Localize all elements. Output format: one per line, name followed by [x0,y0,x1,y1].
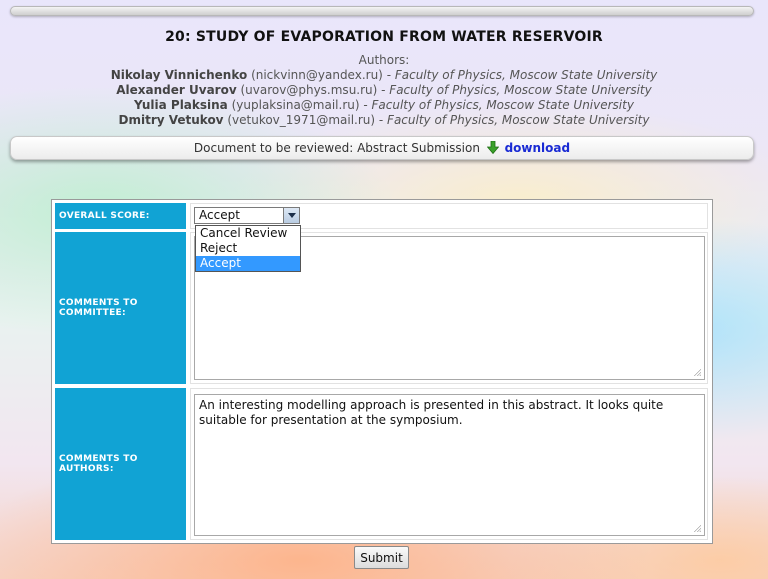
author-name: Dmitry Vetukov [118,113,224,127]
overall-score-selected-value: Accept [199,208,240,222]
download-link[interactable]: download [505,141,571,155]
comments-authors-textarea[interactable]: An interesting modelling approach is pre… [194,394,705,536]
author-affiliation: Faculty of Physics, Moscow State Univers… [389,83,652,97]
resize-grip-icon[interactable] [693,524,701,532]
authors-list: Nikolay Vinnichenko (nickvinn@yandex.ru)… [0,68,768,128]
overall-score-dropdown: Cancel Review Reject Accept [195,225,301,272]
score-option[interactable]: Cancel Review [196,226,300,241]
review-form-table: OVERALL SCORE: COMMENTS TO COMMITTEE: CO… [51,199,713,544]
top-rounded-bar [10,6,754,16]
author-line: Dmitry Vetukov (vetukov_1971@mail.ru) - … [0,113,768,128]
author-name: Yulia Plaksina [134,98,228,112]
author-affiliation: Faculty of Physics, Moscow State Univers… [371,98,634,112]
author-line: Alexander Uvarov (uvarov@phys.msu.ru) - … [0,83,768,98]
authors-heading: Authors: [358,53,410,67]
author-email: (nickvinn@yandex.ru) [251,68,383,82]
chevron-down-icon[interactable] [283,208,299,223]
resize-grip-icon[interactable] [693,368,701,376]
author-affiliation: Faculty of Physics, Moscow State Univers… [394,68,658,82]
document-bar-text: Document to be reviewed: Abstract Submis… [193,141,480,155]
author-line: Yulia Plaksina (yuplaksina@mail.ru) - Fa… [0,98,768,113]
document-bar: Document to be reviewed: Abstract Submis… [10,136,754,160]
download-arrow-icon [486,139,500,161]
author-email: (yuplaksina@mail.ru) [231,98,360,112]
overall-score-label: OVERALL SCORE: [55,203,186,229]
paper-header: 20: STUDY OF EVAPORATION FROM WATER RESE… [0,28,768,128]
author-separator: - [377,83,390,97]
author-separator: - [359,98,372,112]
comments-committee-label: COMMENTS TO COMMITTEE: [55,232,186,384]
author-separator: - [382,68,395,82]
comments-authors-label: COMMENTS TO AUTHORS: [55,388,186,540]
author-separator: - [375,113,388,127]
score-option[interactable]: Reject [196,241,300,256]
score-option[interactable]: Accept [196,256,300,271]
overall-score-select[interactable]: Accept [194,207,300,224]
paper-title: 20: STUDY OF EVAPORATION FROM WATER RESE… [165,29,603,45]
author-affiliation: Faculty of Physics, Moscow State Univers… [387,113,650,127]
author-email: (uvarov@phys.msu.ru) [240,83,378,97]
author-name: Alexander Uvarov [116,83,237,97]
submit-button[interactable]: Submit [354,546,409,569]
author-line: Nikolay Vinnichenko (nickvinn@yandex.ru)… [0,68,768,83]
author-name: Nikolay Vinnichenko [110,68,248,82]
author-email: (vetukov_1971@mail.ru) [227,113,376,127]
